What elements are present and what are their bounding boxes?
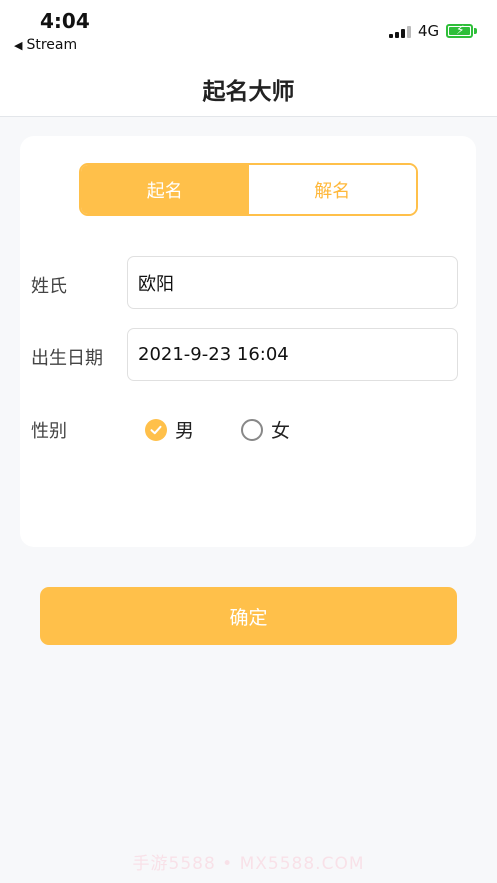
tab-name-analysis[interactable]: 解名 — [248, 165, 416, 214]
screen: 4:04 ◀ Stream 4G ⚡ 起名大师 起名 解名 姓氏 欧阳 出生日期… — [0, 0, 497, 883]
gender-label: 性别 — [31, 421, 67, 442]
signal-icon — [389, 26, 411, 38]
nav-bar: 起名大师 — [0, 60, 497, 117]
battery-tip — [474, 28, 477, 34]
battery-icon: ⚡ — [446, 23, 473, 38]
gender-option-female[interactable]: 女 — [241, 416, 290, 443]
form-card: 起名 解名 姓氏 欧阳 出生日期 2021-9-23 16:04 性别 男 女 — [20, 136, 476, 547]
watermark: 手游5588 • MX5588.COM — [132, 854, 365, 874]
back-triangle-icon: ◀ — [14, 38, 23, 52]
gender-option-label: 男 — [175, 420, 195, 442]
birth-date-label: 出生日期 — [31, 348, 103, 369]
gender-option-male[interactable]: 男 — [145, 416, 194, 443]
surname-label: 姓氏 — [31, 276, 67, 297]
checked-radio-icon — [145, 418, 167, 441]
status-time: 4:04 — [40, 9, 90, 33]
page-title: 起名大师 — [202, 79, 295, 105]
mode-segmented-control: 起名 解名 — [79, 163, 418, 216]
gender-option-label: 女 — [271, 420, 291, 442]
birth-date-field[interactable]: 2021-9-23 16:04 — [127, 328, 458, 381]
charging-bolt-icon: ⚡ — [456, 23, 465, 37]
status-bar: 4:04 ◀ Stream 4G ⚡ — [0, 0, 497, 60]
surname-input[interactable]: 欧阳 — [127, 256, 458, 309]
network-type: 4G — [418, 22, 440, 40]
unchecked-radio-icon — [241, 418, 263, 441]
back-to-app-link[interactable]: ◀ Stream — [14, 37, 77, 53]
confirm-button[interactable]: 确定 — [40, 587, 457, 645]
back-app-label: Stream — [26, 37, 78, 53]
tab-naming[interactable]: 起名 — [81, 165, 249, 214]
